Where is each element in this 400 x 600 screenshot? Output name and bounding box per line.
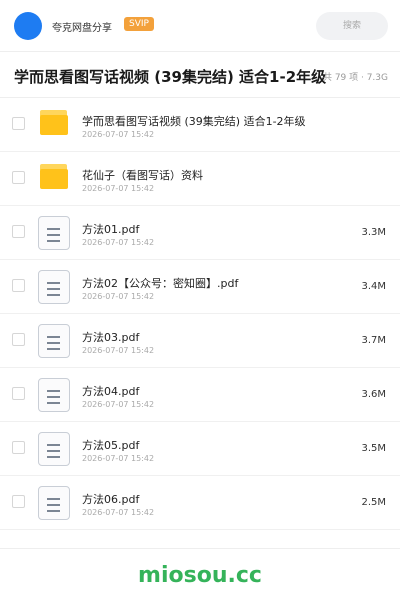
pdf-file-icon — [38, 324, 70, 358]
footer: miosou.cc — [0, 548, 400, 600]
item-date: 2026-07-07 15:42 — [82, 508, 155, 517]
search-input[interactable]: 搜索 — [316, 12, 388, 40]
app-header: 夸克网盘分享 SVIP 搜索 — [0, 0, 400, 52]
item-name: 方法01.pdf — [82, 223, 140, 236]
select-checkbox[interactable] — [12, 333, 25, 346]
pdf-file-icon — [38, 432, 70, 466]
item-count: 共 79 项 · 7.3G — [322, 73, 388, 83]
list-item[interactable]: 方法02【公众号：密知圈】.pdf 2026-07-07 15:42 3.4M — [0, 260, 400, 314]
select-checkbox[interactable] — [12, 495, 25, 508]
pdf-file-icon — [38, 486, 70, 520]
item-date: 2026-07-07 15:42 — [82, 238, 155, 247]
item-name: 方法02【公众号：密知圈】.pdf — [82, 277, 239, 290]
item-date: 2026-07-07 15:42 — [82, 454, 155, 463]
folder-icon — [38, 108, 70, 142]
select-checkbox[interactable] — [12, 117, 25, 130]
list-item[interactable]: 方法04.pdf 2026-07-07 15:42 3.6M — [0, 368, 400, 422]
item-size: 3.3M — [361, 227, 386, 238]
folder-titlebar: 学而思看图写话视频 (39集完结) 适合1-2年级 共 79 项 · 7.3G — [0, 52, 400, 98]
item-size: 3.7M — [361, 335, 386, 346]
site-watermark: miosou.cc — [138, 563, 262, 588]
avatar[interactable] — [14, 12, 42, 40]
select-checkbox[interactable] — [12, 279, 25, 292]
item-size: 3.5M — [361, 443, 386, 454]
item-name: 方法04.pdf — [82, 385, 140, 398]
pdf-file-icon — [38, 270, 70, 304]
list-item[interactable]: 方法01.pdf 2026-07-07 15:42 3.3M — [0, 206, 400, 260]
list-item[interactable]: 方法05.pdf 2026-07-07 15:42 3.5M — [0, 422, 400, 476]
list-item[interactable]: 学而思看图写话视频 (39集完结) 适合1-2年级 2026-07-07 15:… — [0, 98, 400, 152]
item-size: 3.6M — [361, 389, 386, 400]
list-item[interactable]: 方法06.pdf 2026-07-07 15:42 2.5M — [0, 476, 400, 530]
item-date: 2026-07-07 15:42 — [82, 292, 155, 301]
item-name: 方法06.pdf — [82, 493, 140, 506]
pdf-file-icon — [38, 378, 70, 412]
item-date: 2026-07-07 15:42 — [82, 400, 155, 409]
item-name: 学而思看图写话视频 (39集完结) 适合1-2年级 — [82, 115, 306, 128]
item-name: 花仙子（看图写话）资料 — [82, 169, 203, 182]
select-checkbox[interactable] — [12, 171, 25, 184]
item-date: 2026-07-07 15:42 — [82, 130, 155, 139]
select-checkbox[interactable] — [12, 225, 25, 238]
item-size: 3.4M — [361, 281, 386, 292]
list-item[interactable]: 方法03.pdf 2026-07-07 15:42 3.7M — [0, 314, 400, 368]
folder-icon — [38, 162, 70, 196]
svip-badge: SVIP — [124, 17, 154, 31]
select-checkbox[interactable] — [12, 441, 25, 454]
pdf-file-icon — [38, 216, 70, 250]
file-list: 学而思看图写话视频 (39集完结) 适合1-2年级 2026-07-07 15:… — [0, 98, 400, 530]
select-checkbox[interactable] — [12, 387, 25, 400]
item-date: 2026-07-07 15:42 — [82, 346, 155, 355]
list-item[interactable]: 花仙子（看图写话）资料 2026-07-07 15:42 — [0, 152, 400, 206]
item-date: 2026-07-07 15:42 — [82, 184, 155, 193]
brand-name: 夸克网盘分享 — [52, 23, 112, 34]
page-title: 学而思看图写话视频 (39集完结) 适合1-2年级 — [14, 68, 327, 86]
item-size: 2.5M — [361, 497, 386, 508]
item-name: 方法03.pdf — [82, 331, 140, 344]
item-name: 方法05.pdf — [82, 439, 140, 452]
